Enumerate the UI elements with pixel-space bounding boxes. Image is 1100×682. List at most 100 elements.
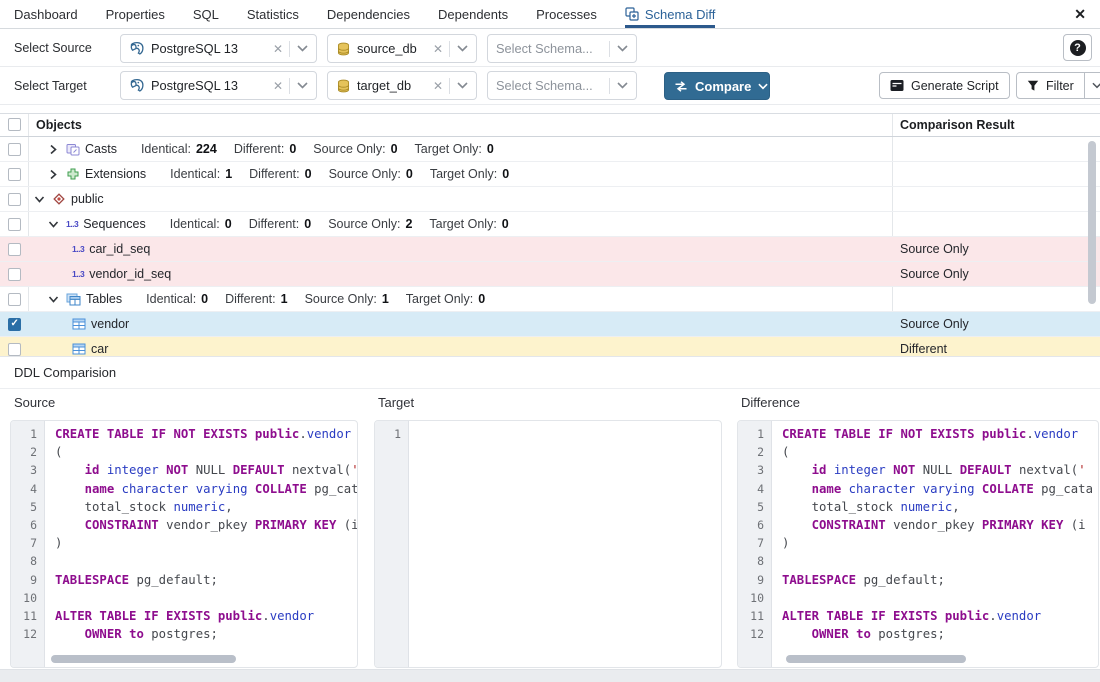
tab-statistics[interactable]: Statistics (247, 0, 299, 28)
code-line (782, 589, 1098, 607)
table-icon (72, 318, 86, 330)
chevron-right-icon[interactable] (46, 169, 60, 180)
chevron-down-icon[interactable] (32, 195, 46, 204)
target-database-select[interactable]: target_db ✕ (327, 71, 477, 100)
tab-processes[interactable]: Processes (536, 0, 597, 28)
target-schema-select[interactable]: Select Schema... (487, 71, 637, 100)
table-row[interactable]: Tables Identical:0Different:1Source Only:… (0, 287, 1100, 312)
stat-identical: Identical:0 (170, 217, 232, 231)
line-number: 4 (11, 480, 44, 498)
source-code[interactable]: CREATE TABLE IF NOT EXISTS public.vendor… (46, 425, 357, 667)
clear-icon[interactable]: ✕ (273, 79, 283, 93)
target-server-select[interactable]: PostgreSQL 13 ✕ (120, 71, 317, 100)
line-number: 2 (738, 443, 771, 461)
table-row[interactable]: ExtensionsIdentical:1Different:0Source O… (0, 162, 1100, 187)
generate-script-button[interactable]: Generate Script (879, 72, 1010, 99)
code-line: total_stock numeric, (782, 498, 1098, 516)
close-icon[interactable]: ✕ (1074, 0, 1086, 28)
table-row[interactable]: public (0, 187, 1100, 212)
object-label: Tables (86, 292, 122, 306)
vertical-scrollbar[interactable] (1088, 141, 1096, 304)
stat-different: Different:0 (234, 142, 296, 156)
stat-identical: Identical:1 (170, 167, 232, 181)
tab-sql[interactable]: SQL (193, 0, 219, 28)
line-number: 3 (11, 461, 44, 479)
chevron-down-icon[interactable] (457, 45, 468, 52)
select-source-row: Select Source PostgreSQL 13 ✕ source_db … (0, 30, 1100, 67)
table-icon (72, 343, 86, 355)
object-label: Extensions (85, 167, 146, 181)
object-label: car_id_seq (89, 242, 150, 256)
difference-code[interactable]: CREATE TABLE IF NOT EXISTS public.vendor… (773, 425, 1098, 667)
tab-label: Properties (106, 7, 165, 22)
tab-dashboard[interactable]: Dashboard (14, 0, 78, 28)
line-number-gutter: 1 (375, 421, 409, 667)
horizontal-scrollbar[interactable] (786, 655, 966, 663)
chevron-down-icon[interactable] (617, 82, 628, 89)
filter-dropdown-button[interactable] (1085, 72, 1100, 99)
schema-icon (52, 192, 66, 206)
table-row[interactable]: 1..3car_id_seqSource Only (0, 237, 1100, 262)
line-number: 6 (11, 516, 44, 534)
help-button[interactable]: ? (1063, 34, 1092, 61)
chevron-down-icon[interactable] (297, 45, 308, 52)
select-target-label: Select Target (14, 79, 87, 93)
clear-icon[interactable]: ✕ (433, 79, 443, 93)
table-row[interactable]: vendorSource Only (0, 312, 1100, 337)
comparison-stats: Identical:0Different:1Source Only:1Targe… (146, 292, 485, 306)
script-icon (890, 79, 904, 92)
stat-sourceonly: Source Only:0 (329, 167, 413, 181)
line-number: 1 (11, 425, 44, 443)
extensions-icon (66, 167, 80, 181)
chevron-down-icon[interactable] (617, 45, 628, 52)
chevron-down-icon[interactable] (46, 220, 60, 229)
divider (289, 41, 290, 57)
table-row[interactable]: CastsIdentical:224Different:0Source Only… (0, 137, 1100, 162)
difference-code-editor[interactable]: 123456789101112 CREATE TABLE IF NOT EXIS… (737, 420, 1099, 668)
table-row[interactable]: 1..3SequencesIdentical:0Different:0Sourc… (0, 212, 1100, 237)
line-number: 2 (11, 443, 44, 461)
tab-properties[interactable]: Properties (106, 0, 165, 28)
divider (289, 78, 290, 94)
chevron-down-icon[interactable] (297, 82, 308, 89)
tab-schema-diff[interactable]: Schema Diff (625, 0, 716, 28)
chevron-right-icon[interactable] (46, 144, 60, 155)
tab-dependencies[interactable]: Dependencies (327, 0, 410, 28)
clear-icon[interactable]: ✕ (433, 42, 443, 56)
code-line (782, 552, 1098, 570)
horizontal-scrollbar[interactable] (51, 655, 236, 663)
clear-icon[interactable]: ✕ (273, 42, 283, 56)
divider (449, 78, 450, 94)
stat-sourceonly: Source Only:1 (305, 292, 389, 306)
code-line: CREATE TABLE IF NOT EXISTS public.vendor (782, 425, 1098, 443)
line-number: 6 (738, 516, 771, 534)
source-database-select[interactable]: source_db ✕ (327, 34, 477, 63)
code-line: name character varying COLLATE pg_cata (782, 480, 1098, 498)
select-all-checkbox[interactable] (8, 118, 21, 131)
source-server-select[interactable]: PostgreSQL 13 ✕ (120, 34, 317, 63)
row-content: ExtensionsIdentical:1Different:0Source O… (0, 162, 1100, 186)
compare-button[interactable]: Compare (664, 72, 770, 100)
object-label: Casts (85, 142, 117, 156)
filter-button[interactable]: Filter (1016, 72, 1085, 99)
chevron-down-icon[interactable] (46, 295, 60, 304)
target-schema-placeholder: Select Schema... (496, 78, 609, 93)
source-schema-select[interactable]: Select Schema... (487, 34, 637, 63)
source-code-editor[interactable]: 123456789101112 CREATE TABLE IF NOT EXIS… (10, 420, 358, 668)
table-row[interactable]: 1..3vendor_id_seqSource Only (0, 262, 1100, 287)
tab-bar: Dashboard Properties SQL Statistics Depe… (0, 0, 1100, 29)
tab-dependents[interactable]: Dependents (438, 0, 508, 28)
grid-header: Objects Comparison Result (0, 114, 1100, 137)
code-line: TABLESPACE pg_default; (782, 571, 1098, 589)
target-code[interactable] (410, 425, 721, 667)
target-code-editor[interactable]: 1 (374, 420, 722, 668)
chevron-down-icon[interactable] (457, 82, 468, 89)
stat-targetonly: Target Only:0 (429, 217, 508, 231)
code-line: OWNER to postgres; (55, 625, 357, 643)
code-line (55, 552, 357, 570)
help-icon: ? (1070, 40, 1086, 56)
code-line: ( (782, 443, 1098, 461)
comparison-result-column-header: Comparison Result (900, 118, 1015, 132)
row-content: 1..3SequencesIdentical:0Different:0Sourc… (0, 212, 1100, 236)
stat-targetonly: Target Only:0 (415, 142, 494, 156)
